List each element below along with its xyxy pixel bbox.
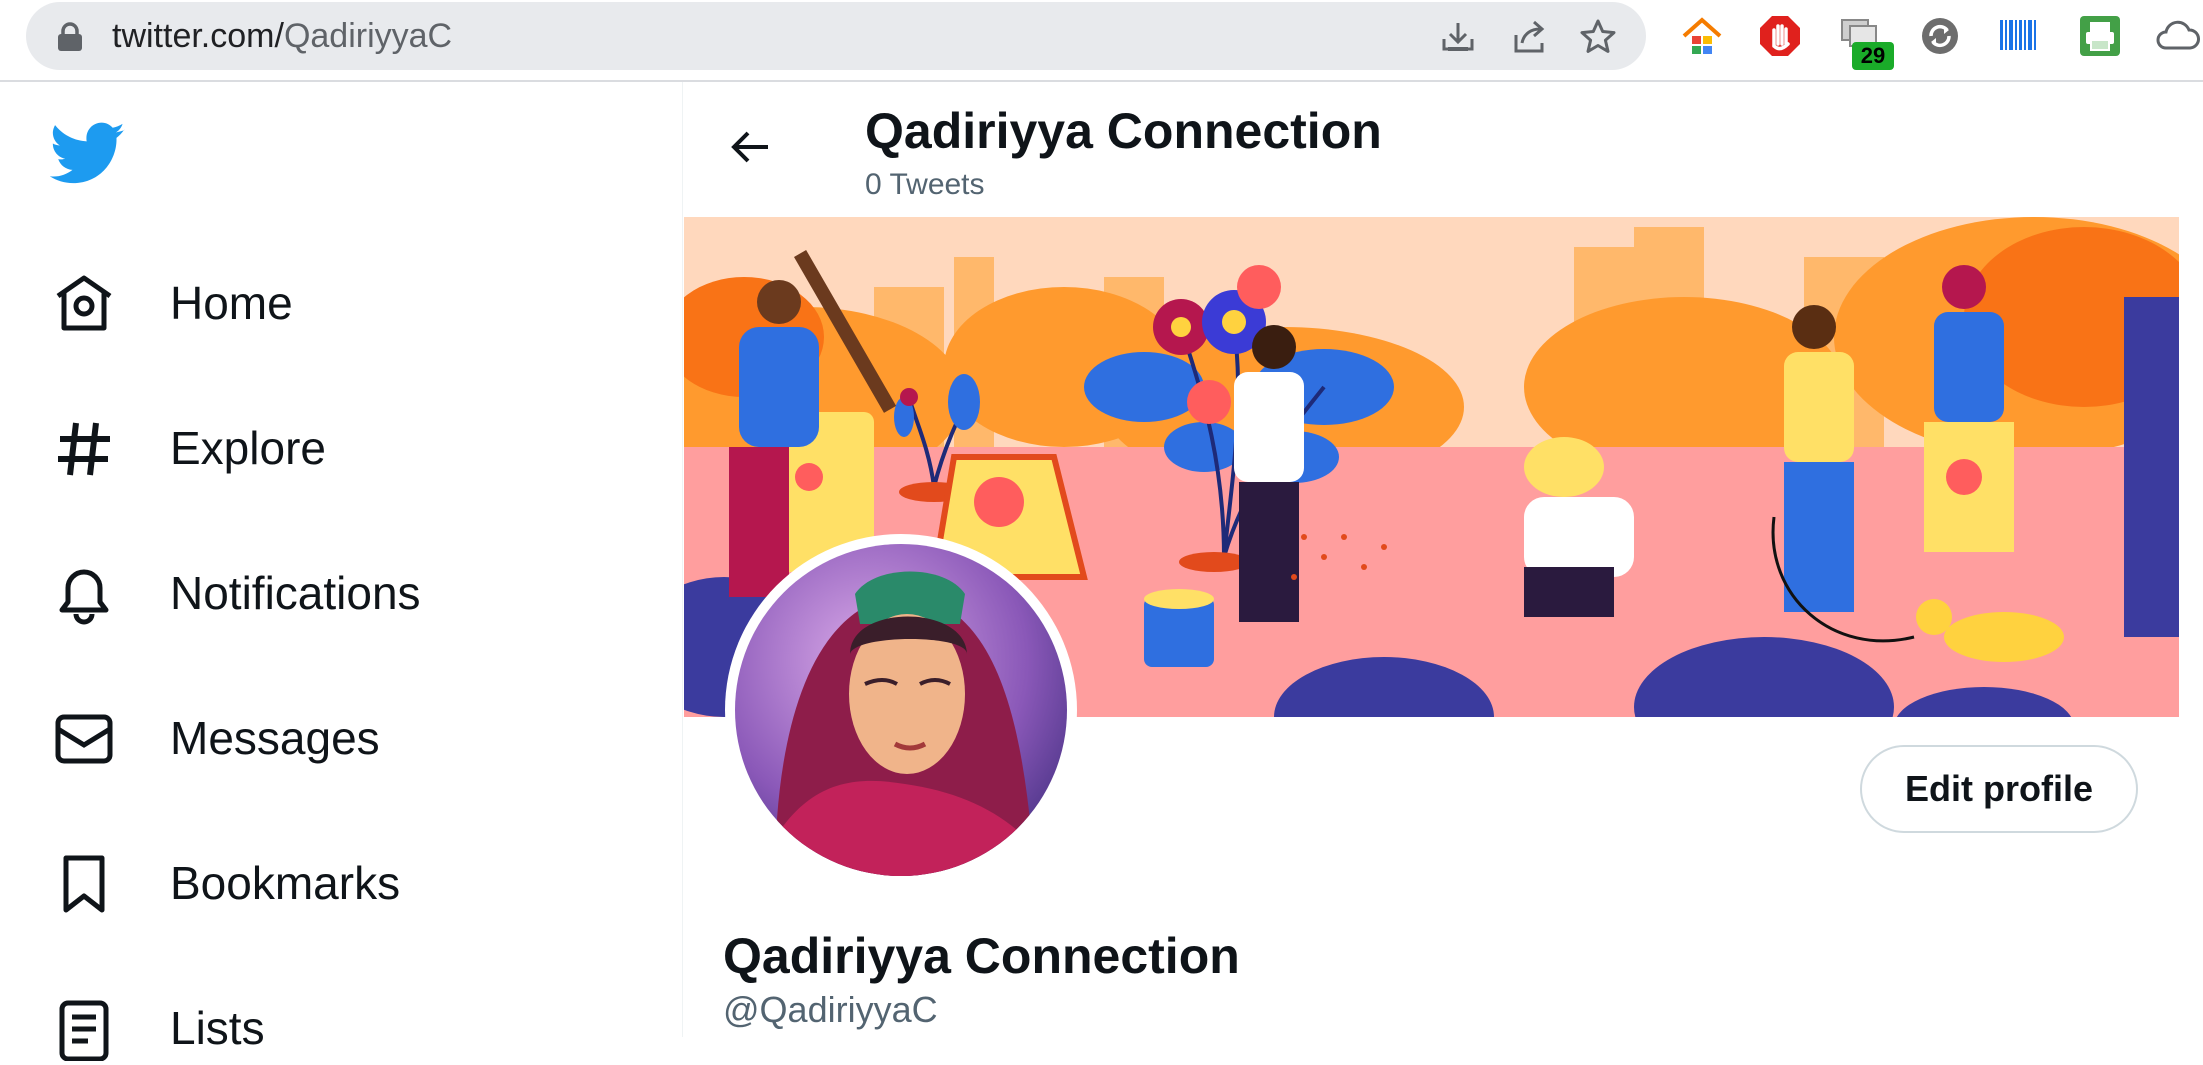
bell-icon — [59, 569, 109, 625]
home-icon — [56, 275, 112, 331]
hashtag-icon — [58, 422, 110, 476]
browser-toolbar: twitter.com/QadiriyyaC 29 — [0, 0, 2203, 82]
profile-main: Qadiriyya Connection 0 Tweets Edit profi… — [683, 82, 2203, 1037]
bookmark-icon — [63, 855, 105, 913]
nav-item-bookmarks[interactable]: Bookmarks — [52, 840, 652, 920]
nav-item-notifications[interactable]: Notifications — [52, 550, 652, 630]
avatar-portrait — [735, 544, 1067, 876]
home-extension-icon[interactable] — [1680, 14, 1724, 58]
header-title: Qadiriyya Connection — [865, 103, 1382, 159]
profile-handle: @QadiriyyaC — [723, 989, 938, 1030]
cloud-extension-icon[interactable] — [2156, 14, 2200, 58]
nav-label-lists: Lists — [170, 1002, 265, 1054]
profile-name: Qadiriyya Connection — [723, 928, 1240, 984]
edit-profile-button[interactable]: Edit profile — [1860, 745, 2138, 833]
url-text[interactable]: twitter.com/QadiriyyaC — [112, 17, 452, 56]
bookmark-star-icon[interactable] — [1578, 17, 1618, 57]
download-icon[interactable] — [1438, 17, 1478, 57]
nav-item-messages[interactable]: Messages — [52, 695, 652, 775]
nav-label-home: Home — [170, 277, 293, 329]
nav-label-notifications: Notifications — [170, 567, 421, 619]
nav-label-messages: Messages — [170, 712, 380, 764]
sidebar-nav: Home Explore Notifications Messages Book… — [0, 82, 682, 1061]
sync-extension-icon[interactable] — [1918, 14, 1962, 58]
lock-icon — [58, 22, 82, 51]
url-path: QadiriyyaC — [283, 17, 453, 55]
address-bar[interactable]: twitter.com/QadiriyyaC — [26, 2, 1646, 70]
list-icon — [59, 1000, 109, 1061]
envelope-icon — [55, 714, 113, 764]
tabs-count-badge: 29 — [1852, 42, 1894, 70]
nav-label-explore: Explore — [170, 422, 326, 474]
barcode-extension-icon[interactable] — [1996, 14, 2040, 58]
twitter-bird-icon[interactable] — [50, 122, 126, 186]
back-arrow-icon[interactable] — [728, 124, 774, 170]
profile-avatar-frame[interactable] — [725, 534, 1077, 886]
stop-hand-extension-icon[interactable] — [1758, 14, 1802, 58]
nav-label-bookmarks: Bookmarks — [170, 857, 401, 909]
share-icon[interactable] — [1510, 17, 1550, 57]
avatar[interactable] — [735, 544, 1067, 876]
url-host: twitter.com/ — [112, 17, 284, 55]
nav-item-lists[interactable]: Lists — [52, 985, 652, 1065]
tweet-count: 0 Tweets — [865, 168, 985, 201]
nav-item-home[interactable]: Home — [52, 260, 652, 340]
nav-item-explore[interactable]: Explore — [52, 405, 652, 485]
print-extension-icon[interactable] — [2078, 14, 2122, 58]
